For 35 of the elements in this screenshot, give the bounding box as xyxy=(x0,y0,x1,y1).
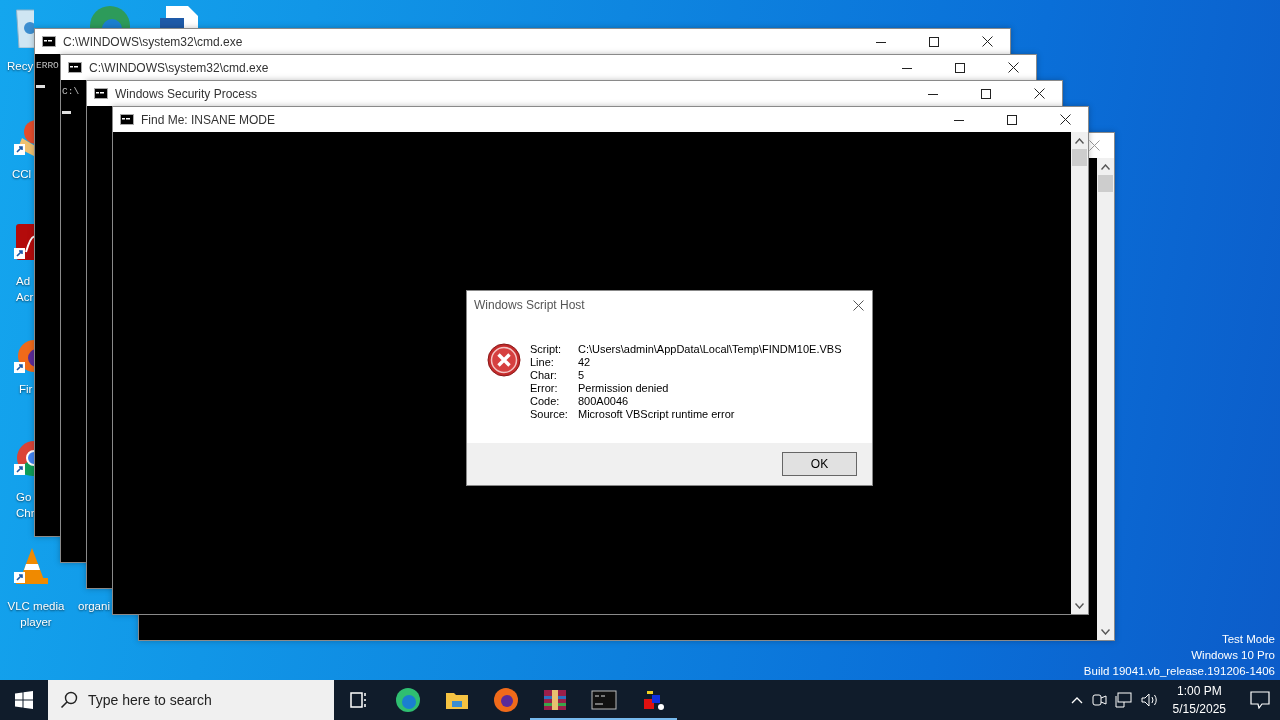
ok-button[interactable]: OK xyxy=(782,452,857,476)
field-value: 42 xyxy=(578,356,592,369)
clock[interactable]: 1:00 PM 5/15/2025 xyxy=(1166,682,1232,718)
icon-label: VLC media xyxy=(7,599,65,614)
build-info-text: Build 19041.vb_release.191206-1406 xyxy=(1083,664,1275,679)
icon-label: CCl xyxy=(12,167,32,182)
field-value: 5 xyxy=(578,369,586,382)
field-value: Permission denied xyxy=(578,382,670,395)
icon-label: Acr xyxy=(16,290,34,305)
icon-label: organi xyxy=(78,599,110,614)
field-label: Char: xyxy=(530,369,558,382)
icon-label: Chr xyxy=(16,506,35,521)
window-title: Windows Security Process xyxy=(115,86,259,101)
build-info-text: Test Mode xyxy=(1221,632,1275,647)
console-text: C:\ xyxy=(62,85,80,99)
window-title: C:\WINDOWS\system32\cmd.exe xyxy=(89,60,270,75)
field-value: Microsoft VBScript runtime error xyxy=(578,408,736,421)
field-label: Script: xyxy=(530,343,563,356)
icon-label: Ad xyxy=(16,274,31,289)
window-title: Find Me: INSANE MODE xyxy=(141,112,277,127)
field-label: Error: xyxy=(530,382,559,395)
search-field[interactable]: Type here to search xyxy=(48,680,334,720)
icon-label: Go xyxy=(16,490,32,505)
field-label: Line: xyxy=(530,356,555,369)
field-label: Code: xyxy=(530,395,561,408)
console-text: ERRO xyxy=(36,59,59,73)
icon-label: Recy xyxy=(7,59,34,74)
icon-label: player xyxy=(20,615,52,630)
field-label: Source: xyxy=(530,408,569,421)
field-value: 800A0046 xyxy=(578,395,630,408)
window-title: C:\WINDOWS\system32\cmd.exe xyxy=(63,34,244,49)
dialog-title: Windows Script Host xyxy=(474,298,586,312)
field-value: C:\Users\admin\AppData\Local\Temp\FINDM10E.VBS xyxy=(578,343,842,356)
icon-label: Fir xyxy=(19,382,33,397)
build-info-text: Windows 10 Pro xyxy=(1191,648,1275,663)
